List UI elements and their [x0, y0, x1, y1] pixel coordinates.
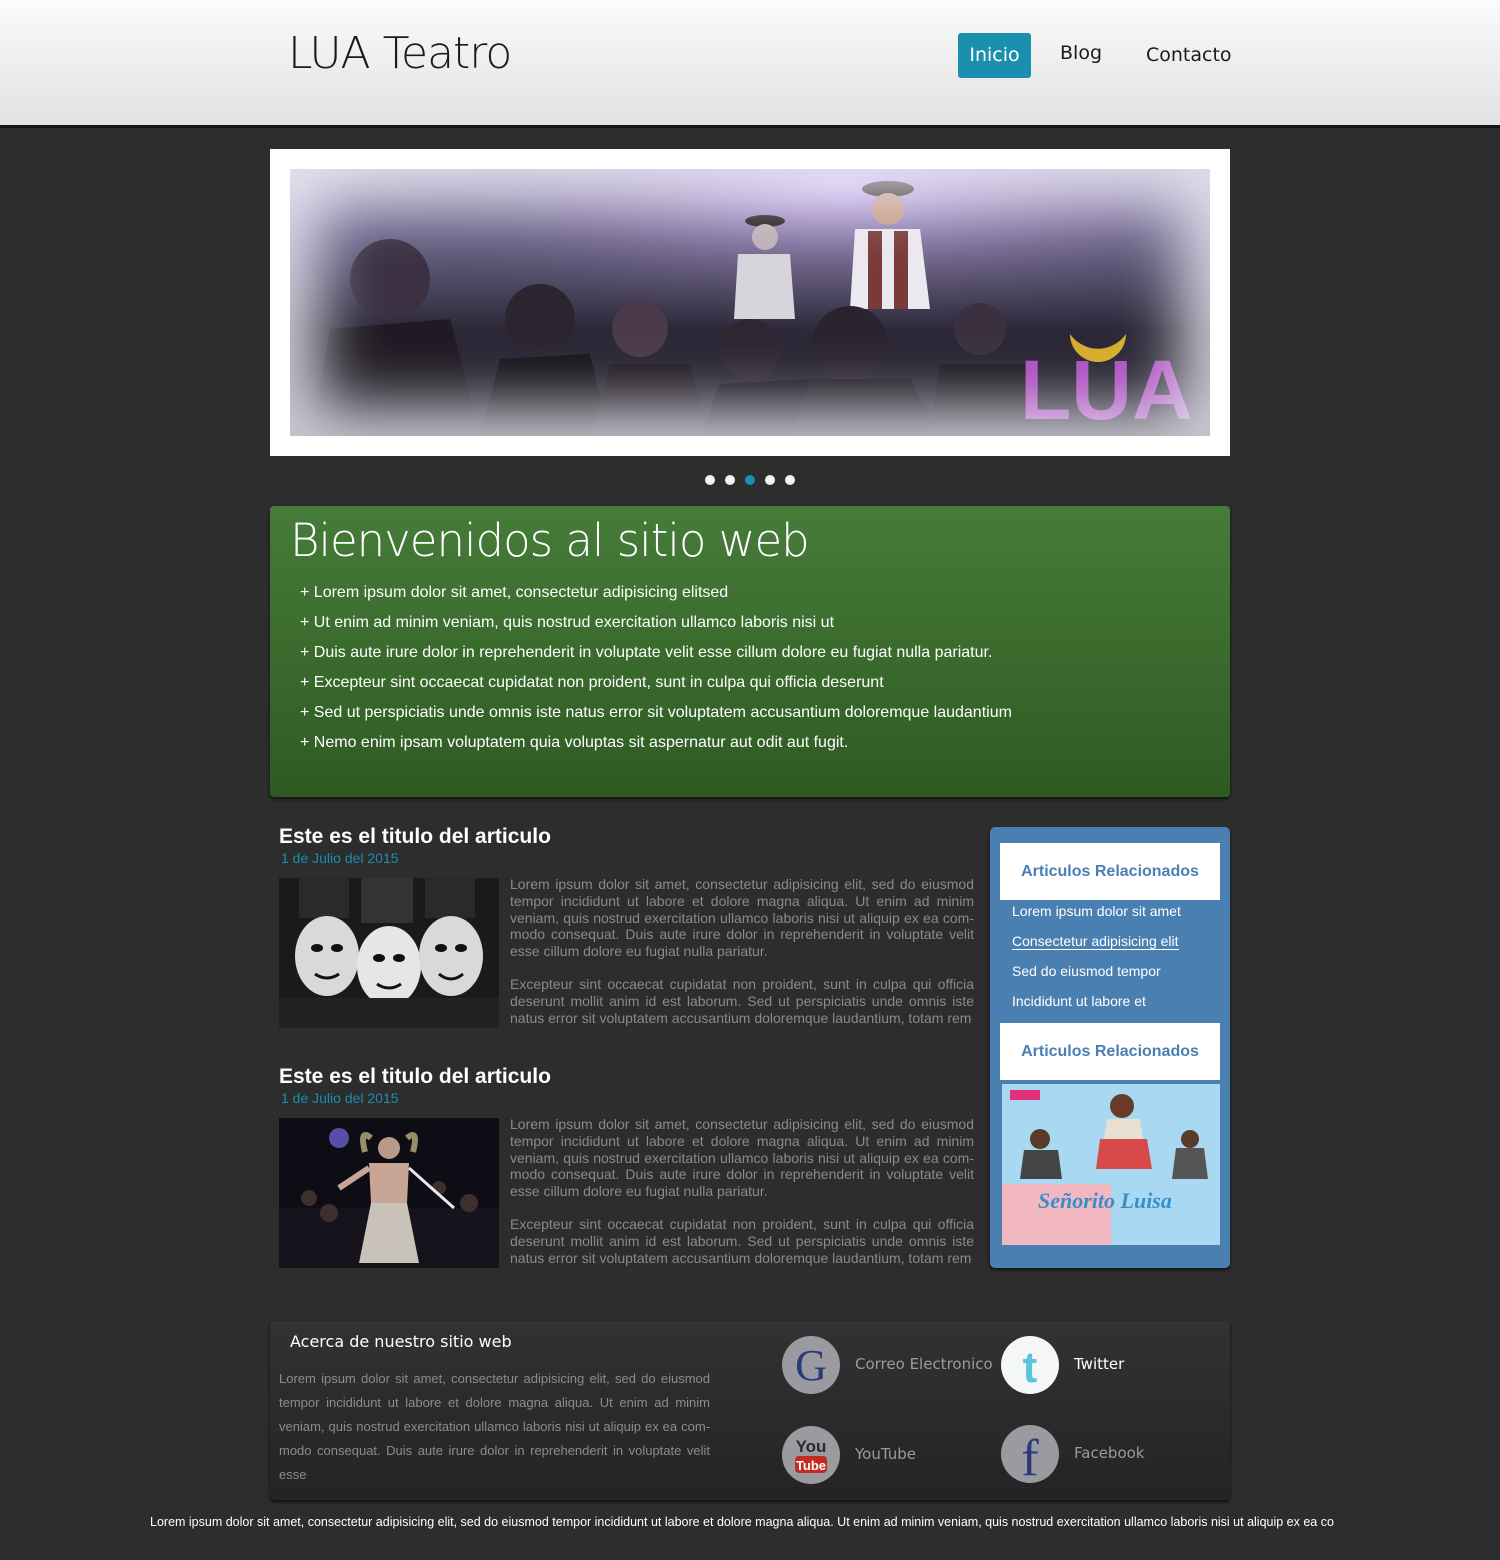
svg-text:t: t — [1023, 1343, 1038, 1392]
article-body: Lorem ipsum dolor sit amet, consectetur … — [510, 876, 974, 1042]
article-thumbnail-mimes[interactable] — [279, 878, 499, 1028]
article-paragraph: Lorem ipsum dolor sit amet, consectetur … — [510, 1116, 974, 1200]
poster-illustration: Señorito Luisa — [1002, 1084, 1220, 1245]
svg-text:G: G — [795, 1341, 827, 1390]
sidebar-link-label: Lorem ipsum dolor sit amet — [1012, 903, 1181, 919]
site-header: LUA Teatro Inicio Blog Contacto — [0, 0, 1500, 128]
sidebar-heading: Articulos Relacionados — [1000, 1023, 1220, 1080]
youtube-icon: You Tube — [782, 1426, 840, 1484]
welcome-panel: Bienvenidos al sitio web + Lorem ipsum d… — [270, 506, 1230, 797]
slider-dots — [703, 475, 803, 487]
slider-vignette — [290, 169, 1210, 436]
welcome-item: + Excepteur sint occaecat cupidatat non … — [300, 674, 884, 691]
social-email-label: Correo Electronico — [855, 1355, 993, 1373]
svg-text:You: You — [796, 1437, 827, 1456]
site-logo[interactable]: LUA Teatro — [288, 28, 512, 79]
welcome-item: + Sed ut perspiciatis unde omnis iste na… — [300, 704, 1012, 721]
slider-dot-4[interactable] — [765, 475, 775, 485]
welcome-list: + Lorem ipsum dolor sit amet, consectetu… — [300, 584, 1012, 764]
article-paragraph: Excepteur sint occaecat cupidatat non pr… — [510, 1215, 974, 1266]
slider-dot-1[interactable] — [705, 475, 715, 485]
article-body: Lorem ipsum dolor sit amet, consectetur … — [510, 1116, 974, 1282]
article-paragraph: Lorem ipsum dolor sit amet, consectetur … — [510, 876, 974, 960]
footer-panel: Acerca de nuestro sitio web Lorem ipsum … — [270, 1321, 1230, 1500]
sidebar-link-list: Lorem ipsum dolor sit amet Consectetur a… — [1012, 903, 1181, 1023]
sidebar-poster[interactable]: Señorito Luisa — [1002, 1084, 1220, 1245]
sidebar-link-label: Incididunt ut labore et — [1012, 993, 1146, 1009]
sidebar-link[interactable]: Sed do eiusmod tempor — [1012, 963, 1181, 993]
slider-dot-3[interactable] — [745, 475, 755, 485]
welcome-title: Bienvenidos al sitio web — [290, 514, 810, 567]
slider-dot-2[interactable] — [725, 475, 735, 485]
about-text: Lorem ipsum dolor sit amet, consectetur … — [279, 1371, 710, 1482]
bottom-text: Lorem ipsum dolor sit amet, consectetur … — [150, 1515, 1334, 1529]
article-card: Este es el titulo del articulo 1 de Juli… — [279, 1064, 974, 1274]
article-date: 1 de Julio del 2015 — [281, 850, 399, 866]
nav-contacto[interactable]: Contacto — [1146, 33, 1232, 78]
welcome-item: + Ut enim ad minim veniam, quis nostrud … — [300, 614, 835, 631]
nav-inicio[interactable]: Inicio — [958, 33, 1031, 78]
image-slider: LUA — [270, 149, 1230, 456]
slider-dot-5[interactable] — [785, 475, 795, 485]
article-date: 1 de Julio del 2015 — [281, 1090, 399, 1106]
sidebar-link-label: Sed do eiusmod tempor — [1012, 963, 1161, 979]
sidebar-link[interactable]: Incididunt ut labore et — [1012, 993, 1181, 1023]
svg-text:Tube: Tube — [796, 1458, 826, 1473]
sidebar-heading: Articulos Relacionados — [1000, 843, 1220, 900]
article-paragraph: Excepteur sint occaecat cupidatat non pr… — [510, 975, 974, 1026]
welcome-item: + Lorem ipsum dolor sit amet, consectetu… — [300, 584, 729, 601]
nav-blog[interactable]: Blog — [1060, 31, 1102, 76]
mimes-illustration — [279, 878, 499, 1028]
poster-title: Señorito Luisa — [1038, 1188, 1172, 1213]
performer-illustration — [279, 1118, 499, 1268]
twitter-icon: t — [1001, 1336, 1059, 1394]
welcome-item: + Nemo enim ipsam voluptatem quia volupt… — [300, 734, 849, 751]
google-g-icon: G — [782, 1336, 840, 1394]
about-title: Acerca de nuestro sitio web — [290, 1332, 512, 1351]
article-title[interactable]: Este es el titulo del articulo — [279, 824, 974, 850]
sidebar-link[interactable]: Lorem ipsum dolor sit amet — [1012, 903, 1181, 933]
sidebar-link[interactable]: Consectetur adipisicing elit — [1012, 933, 1181, 963]
article-thumbnail-performer[interactable] — [279, 1118, 499, 1268]
sidebar-link-label: Consectetur adipisicing elit — [1012, 933, 1179, 950]
social-facebook-label: Facebook — [1074, 1444, 1145, 1462]
article-title[interactable]: Este es el titulo del articulo — [279, 1064, 974, 1090]
svg-text:f: f — [1021, 1430, 1039, 1483]
sidebar-related: Articulos Relacionados Lorem ipsum dolor… — [990, 827, 1230, 1268]
slider-image[interactable]: LUA — [290, 169, 1210, 436]
article-card: Este es el titulo del articulo 1 de Juli… — [279, 824, 974, 1034]
social-twitter-label: Twitter — [1074, 1355, 1125, 1373]
facebook-icon: f — [1001, 1425, 1059, 1483]
social-youtube-label: YouTube — [855, 1445, 916, 1463]
welcome-item: + Duis aute irure dolor in reprehenderit… — [300, 644, 993, 661]
